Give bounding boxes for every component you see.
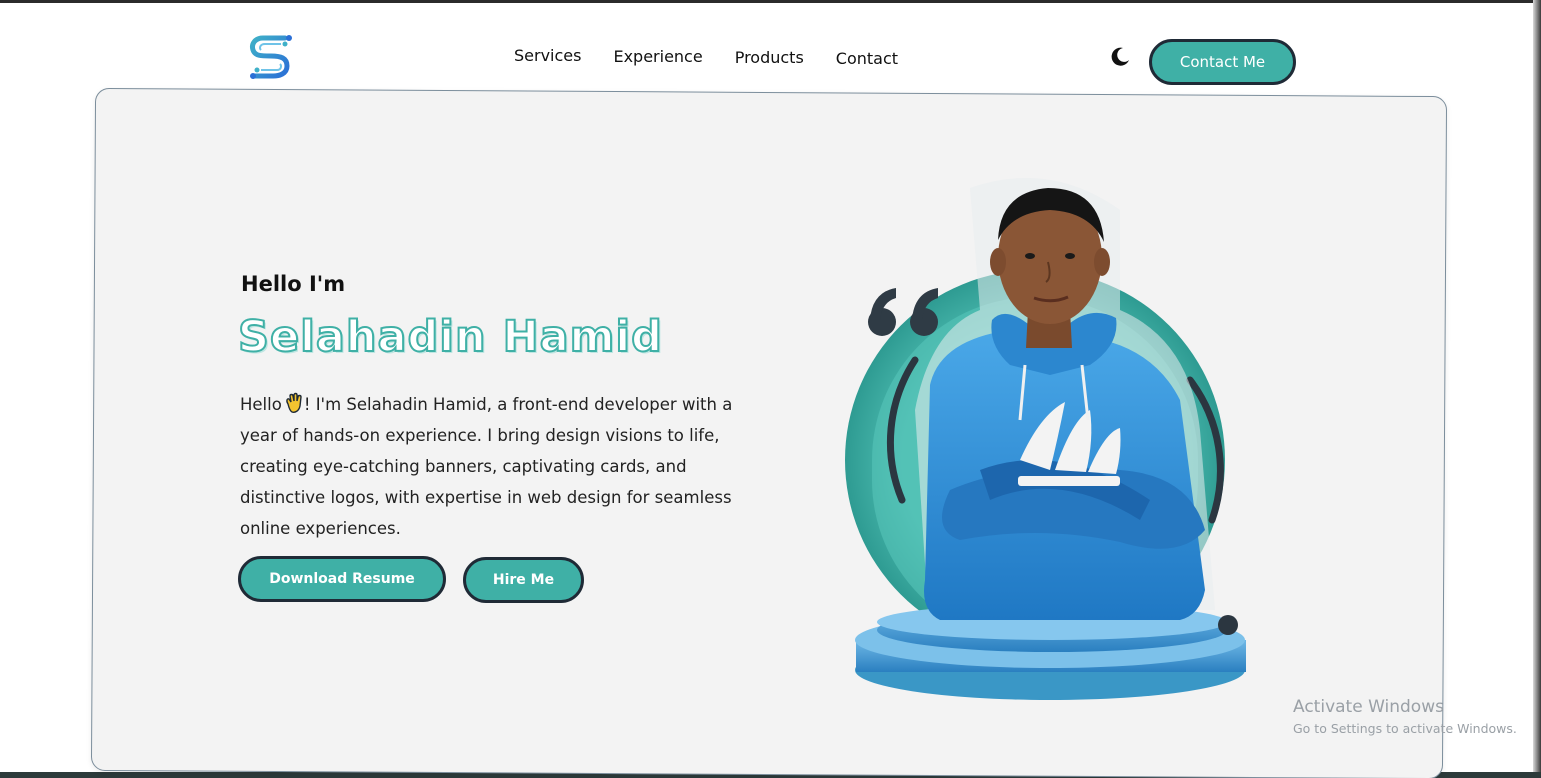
contact-me-button[interactable]: Contact Me bbox=[1149, 39, 1296, 85]
windows-activation-watermark: Activate Windows Go to Settings to activ… bbox=[1293, 697, 1517, 736]
person-portrait-image bbox=[915, 177, 1215, 620]
nav-link-experience[interactable]: Experience bbox=[613, 47, 702, 68]
watermark-title: Activate Windows bbox=[1293, 697, 1444, 717]
waving-hand-icon bbox=[286, 392, 302, 413]
logo-icon[interactable] bbox=[247, 30, 295, 80]
bio-text: ! I'm Selahadin Hamid, a front-end devel… bbox=[240, 395, 733, 538]
portrait-illustration bbox=[845, 177, 1246, 700]
bio-prefix: Hello bbox=[240, 395, 282, 414]
window-top-edge bbox=[0, 0, 1541, 3]
hero-greeting: Hello I'm bbox=[241, 272, 346, 296]
main-nav: Services Experience Products Contact bbox=[514, 46, 898, 68]
window-right-edge bbox=[1533, 0, 1541, 778]
hero-name: Selahadin Hamid bbox=[237, 311, 663, 363]
moon-icon[interactable] bbox=[1109, 46, 1131, 68]
hire-me-button[interactable]: Hire Me bbox=[463, 557, 584, 603]
watermark-subtitle: Go to Settings to activate Windows. bbox=[1293, 721, 1517, 736]
download-resume-button[interactable]: Download Resume bbox=[238, 556, 446, 602]
nav-link-services[interactable]: Services bbox=[514, 46, 581, 68]
hero-bio: Hello ! I'm Selahadin Hamid, a front-end… bbox=[240, 389, 760, 544]
nav-link-products[interactable]: Products bbox=[735, 48, 804, 68]
nav-link-contact[interactable]: Contact bbox=[836, 49, 898, 68]
